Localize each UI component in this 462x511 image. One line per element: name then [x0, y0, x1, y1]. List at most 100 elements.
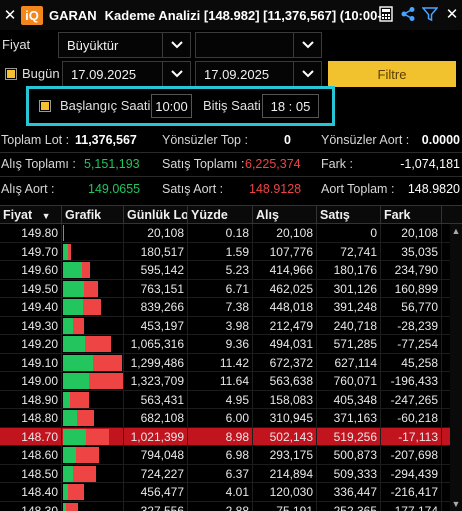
volume-bar-cell — [62, 261, 124, 279]
sell-volume-bar — [83, 280, 98, 297]
table-row[interactable]: 149.10 1,299,486 11.42 672,372 627,114 45,258 — [0, 353, 450, 372]
column-header-chart[interactable]: Grafik — [62, 206, 124, 225]
time-range-checkbox[interactable] — [39, 100, 51, 112]
sell-cell: 240,718 — [317, 316, 381, 335]
percent-cell: 6.71 — [188, 279, 253, 298]
diff-cell: 234,790 — [381, 261, 442, 279]
scroll-up-icon[interactable]: ▲ — [450, 226, 462, 236]
price-condition-select[interactable]: Büyüktür — [58, 32, 191, 58]
price-condition-value: Büyüktür — [67, 37, 119, 53]
price-cell: 149.20 — [0, 335, 62, 353]
column-header-percent[interactable]: Yüzde — [188, 206, 253, 225]
column-header-sell[interactable]: Satış — [317, 206, 381, 225]
table-row[interactable]: 149.60 595,142 5.23 414,966 180,176 234,790 — [0, 261, 450, 280]
table-row[interactable]: 149.00 1,323,709 11.64 563,638 760,071 -196,4… — [0, 372, 450, 391]
table-row[interactable]: 148.40 456,477 4.01 120,030 336,447 -216,417 — [0, 483, 450, 502]
vertical-scrollbar[interactable]: ▲ ▼ — [450, 224, 462, 511]
buy-cell: 448,018 — [253, 298, 317, 316]
volume-bar-cell — [62, 483, 124, 501]
diff-cell: -77,254 — [381, 335, 442, 353]
column-header-daily-lot[interactable]: Günlük Lo — [124, 206, 188, 225]
close-icon[interactable]: ✕ — [444, 5, 460, 23]
total-avg-value: 148.9820 — [407, 182, 460, 196]
price-cell: 148.30 — [0, 501, 62, 511]
sell-cell: 627,114 — [317, 353, 381, 372]
table-row[interactable]: 149.30 453,197 3.98 212,479 240,718 -28,239 — [0, 316, 450, 335]
table-row[interactable]: 148.60 794,048 6.98 293,175 500,873 -207,698 — [0, 446, 450, 465]
volume-bar-cell — [62, 224, 124, 242]
today-checkbox[interactable] — [5, 68, 17, 80]
buy-cell: 563,638 — [253, 372, 317, 390]
sell-cell: 405,348 — [317, 390, 381, 409]
date-to-select[interactable]: 17.09.2025 — [195, 61, 322, 87]
diff-cell: -28,239 — [381, 316, 442, 335]
table-body: 149.80 20,108 0.18 20,108 0 20,108 149.70 180,5… — [0, 224, 450, 511]
volume-bar-cell — [62, 298, 124, 316]
daily-lot-cell: 1,299,486 — [124, 353, 188, 372]
sell-cell: 500,873 — [317, 446, 381, 464]
diff-value: -1,074,181 — [400, 157, 460, 171]
filter-button[interactable]: Filtre — [328, 61, 456, 87]
neutral-total-value: 0 — [284, 133, 291, 147]
price-cell: 149.50 — [0, 279, 62, 298]
buy-cell: 672,372 — [253, 353, 317, 372]
sell-volume-bar — [85, 336, 112, 352]
price-value-select[interactable] — [195, 32, 322, 58]
volume-bar-cell — [62, 335, 124, 353]
column-header-buy[interactable]: Alış — [253, 206, 317, 225]
buy-total-label: Alış Toplamı : — [1, 157, 76, 171]
column-header-price[interactable]: Fiyat ▼ — [0, 206, 62, 225]
daily-lot-cell: 1,021,399 — [124, 427, 188, 446]
diff-label: Fark : — [321, 157, 353, 171]
start-time-input[interactable]: 10:00 — [151, 94, 192, 118]
volume-bar-cell — [62, 353, 124, 372]
chevron-down-icon[interactable] — [162, 33, 190, 57]
daily-lot-cell: 327,556 — [124, 501, 188, 511]
price-cell: 149.70 — [0, 242, 62, 261]
chevron-down-icon[interactable] — [293, 33, 321, 57]
diff-cell: -177,174 — [381, 501, 442, 511]
chevron-down-icon[interactable] — [162, 62, 190, 86]
daily-lot-cell: 1,323,709 — [124, 372, 188, 390]
table-row[interactable]: 149.80 20,108 0.18 20,108 0 20,108 — [0, 224, 450, 243]
total-lot-label: Toplam Lot : — [1, 133, 70, 147]
daily-lot-cell: 839,266 — [124, 298, 188, 316]
percent-cell: 5.23 — [188, 261, 253, 279]
daily-lot-cell: 595,142 — [124, 261, 188, 279]
total-lot-value: 11,376,567 — [75, 133, 137, 147]
total-avg-label: Aort Toplam : — [321, 182, 395, 196]
table-row[interactable]: 149.70 180,517 1.59 107,776 72,741 35,035 — [0, 242, 450, 261]
percent-cell: 1.59 — [188, 242, 253, 261]
calculator-icon[interactable] — [378, 5, 394, 23]
table-row[interactable]: 148.70 1,021,399 8.98 502,143 519,256 -17,113 — [0, 427, 450, 446]
chevron-down-icon[interactable] — [293, 62, 321, 86]
percent-cell: 2.88 — [188, 501, 253, 511]
neutral-total-label: Yönsüzler Top : — [162, 133, 248, 147]
filter-icon[interactable] — [422, 5, 438, 23]
neutral-avg-label: Yönsüzler Aort : — [321, 133, 410, 147]
sell-cell: 180,176 — [317, 261, 381, 279]
table-row[interactable]: 149.50 763,151 6.71 462,025 301,126 160,899 — [0, 279, 450, 298]
diff-cell: -216,417 — [381, 483, 442, 501]
table-row[interactable]: 148.50 724,227 6.37 214,894 509,333 -294,439 — [0, 464, 450, 483]
column-header-diff[interactable]: Fark — [381, 206, 442, 225]
volume-bar-cell — [62, 409, 124, 427]
sell-total-label: Satış Toplamı : — [162, 157, 245, 171]
daily-lot-cell: 180,517 — [124, 242, 188, 261]
table-row[interactable]: 148.90 563,431 4.95 158,083 405,348 -247,265 — [0, 390, 450, 409]
close-icon[interactable]: ✕ — [1, 6, 19, 24]
stats-row-2: Alış Toplamı : 5,151,193 Satış Toplamı :… — [0, 154, 462, 176]
table-row[interactable]: 149.20 1,065,316 9.36 494,031 571,285 -77,254 — [0, 335, 450, 354]
price-cell: 148.60 — [0, 446, 62, 464]
end-time-input[interactable]: 18 : 05 — [262, 94, 319, 118]
table-row[interactable]: 148.30 327,556 2.88 75,191 252,365 -177,174 — [0, 501, 450, 511]
share-icon[interactable] — [400, 5, 416, 23]
scroll-down-icon[interactable]: ▼ — [450, 499, 462, 509]
percent-cell: 9.36 — [188, 335, 253, 353]
buy-cell: 120,030 — [253, 483, 317, 501]
diff-cell: -17,113 — [381, 427, 442, 446]
table-row[interactable]: 149.40 839,266 7.38 448,018 391,248 56,770 — [0, 298, 450, 317]
sell-cell: 760,071 — [317, 372, 381, 390]
table-row[interactable]: 148.80 682,108 6.00 310,945 371,163 -60,218 — [0, 409, 450, 428]
date-from-select[interactable]: 17.09.2025 — [62, 61, 191, 87]
